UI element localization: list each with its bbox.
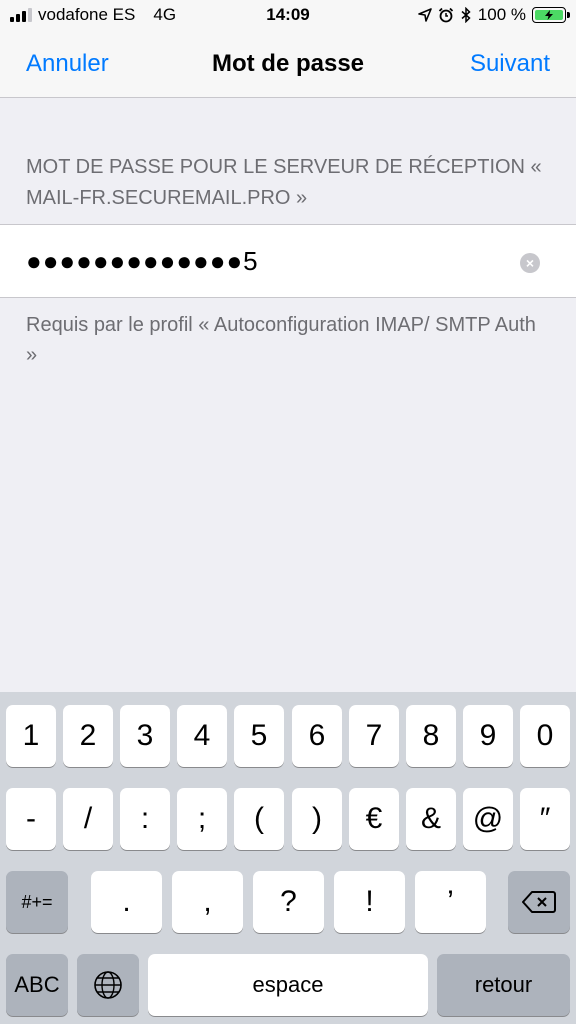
keyboard: 1 2 3 4 5 6 7 8 9 0 - / : ; ( ) € & @ ″ … [0,692,576,1024]
key-exclamation[interactable]: ! [334,871,405,933]
symbols-toggle-key[interactable]: #+= [6,871,68,933]
key-semicolon[interactable]: ; [177,788,227,850]
globe-key[interactable] [77,954,139,1016]
key-comma[interactable]: , [172,871,243,933]
alarm-icon [438,7,453,23]
key-open-paren[interactable]: ( [234,788,284,850]
battery-icon [532,7,570,23]
key-5[interactable]: 5 [234,705,284,767]
key-at[interactable]: @ [463,788,513,850]
key-7[interactable]: 7 [349,705,399,767]
footer-note: Requis par le profil « Autoconfiguration… [26,314,536,366]
key-ampersand[interactable]: & [406,788,456,850]
next-button[interactable]: Suivant [470,50,550,78]
key-6[interactable]: 6 [292,705,342,767]
key-close-paren[interactable]: ) [292,788,342,850]
password-field[interactable]: ●●●●●●●●●●●●●5 [26,243,496,279]
key-2[interactable]: 2 [63,705,113,767]
key-hyphen[interactable]: - [6,788,56,850]
charging-bolt-icon [545,10,553,20]
return-key[interactable]: retour [437,954,570,1016]
delete-key[interactable] [508,871,570,933]
location-icon [417,8,432,22]
delete-icon [522,891,556,913]
battery-percent: 100 % [477,5,526,24]
abc-key[interactable]: ABC [6,954,68,1016]
key-apostrophe[interactable]: ’ [415,871,486,933]
password-row: ●●●●●●●●●●●●●5 × [0,224,576,298]
cancel-button[interactable]: Annuler [26,50,109,78]
clear-icon[interactable]: × [520,253,540,273]
navigation-bar: Annuler Mot de passe Suivant [0,34,576,98]
key-0[interactable]: 0 [520,705,570,767]
globe-icon [94,971,122,999]
status-bar: vodafone ES 4G 14:09 100 % [0,0,576,34]
key-quote[interactable]: ″ [520,788,570,850]
bluetooth-icon [461,7,471,23]
key-4[interactable]: 4 [177,705,227,767]
key-8[interactable]: 8 [406,705,456,767]
key-1[interactable]: 1 [6,705,56,767]
key-slash[interactable]: / [63,788,113,850]
key-9[interactable]: 9 [463,705,513,767]
section-header: MOT DE PASSE POUR LE SERVEUR DE RÉCEPTIO… [26,156,542,209]
key-3[interactable]: 3 [120,705,170,767]
space-key[interactable]: espace [148,954,428,1016]
key-period[interactable]: . [91,871,162,933]
key-colon[interactable]: : [120,788,170,850]
status-right: 100 % [417,5,570,25]
key-question[interactable]: ? [253,871,324,933]
key-euro[interactable]: € [349,788,399,850]
